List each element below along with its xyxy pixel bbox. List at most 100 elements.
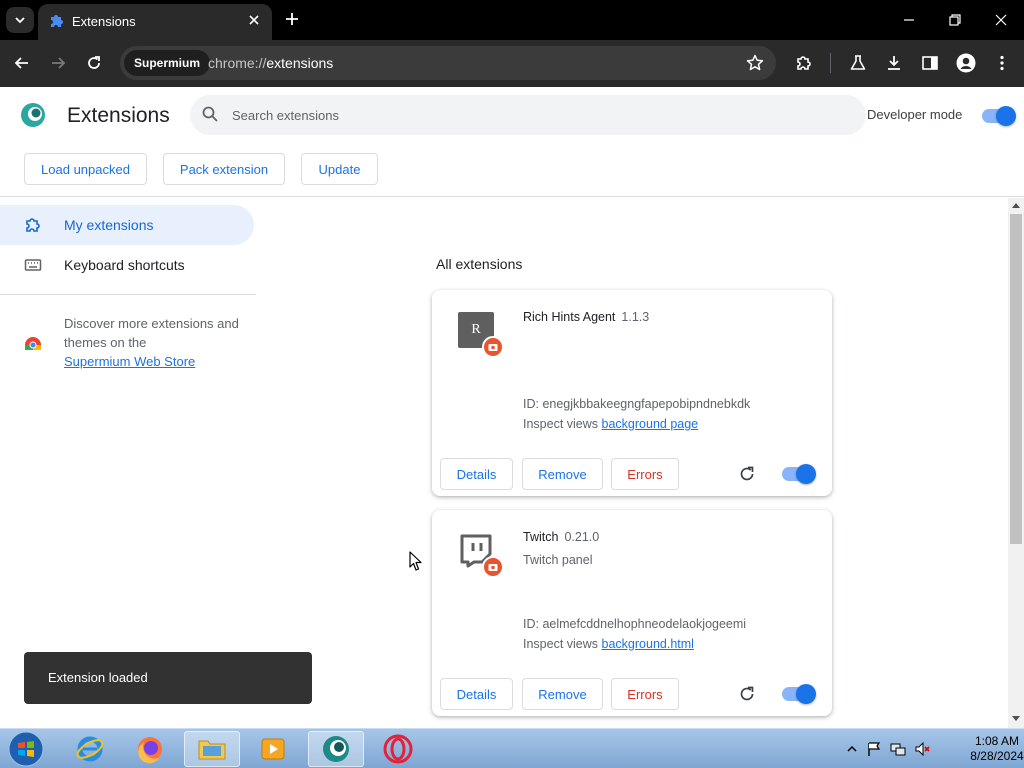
page-scrollbar[interactable]	[1008, 198, 1024, 728]
arrow-left-icon	[14, 57, 28, 69]
minimize-icon	[904, 19, 914, 21]
clock-date: 8/28/2024	[970, 749, 1024, 763]
inspect-views: Inspect views background.html	[523, 637, 694, 651]
extensions-header: Extensions Developer mode	[0, 87, 1024, 143]
details-button[interactable]: Details	[440, 458, 513, 490]
web-store-link[interactable]: Supermium Web Store	[64, 352, 244, 371]
page-title: Extensions	[67, 104, 170, 127]
restore-button[interactable]	[932, 0, 978, 40]
profile-button[interactable]	[954, 51, 978, 75]
errors-button[interactable]: Errors	[611, 458, 679, 490]
scroll-up-arrow[interactable]	[1012, 203, 1020, 208]
unpacked-badge-icon	[482, 556, 504, 578]
tray-expand-icon[interactable]	[844, 741, 860, 757]
remove-button[interactable]: Remove	[522, 678, 603, 710]
side-panel-button[interactable]	[918, 51, 942, 75]
flag-icon[interactable]	[866, 741, 882, 757]
extension-card: Twitch 0.21.0 Twitch panel ID: aelmefcddn…	[432, 510, 832, 716]
start-button-icon[interactable]	[6, 730, 46, 768]
developer-toolbar: Load unpacked Pack extension Update	[0, 143, 1024, 197]
url-text: chrome://extensions	[208, 55, 334, 71]
downloads-button[interactable]	[882, 51, 906, 75]
reload-icon	[88, 56, 100, 69]
download-icon	[888, 56, 900, 70]
reload-icon[interactable]	[738, 685, 756, 703]
browser-toolbar: Supermium chrome://extensions	[0, 40, 1024, 87]
sidebar-item-label: Keyboard shortcuts	[64, 257, 185, 273]
remove-button[interactable]: Remove	[522, 458, 603, 490]
sidebar-item-label: My extensions	[64, 217, 154, 233]
supermium-logo-icon	[21, 103, 45, 127]
windows-taskbar: 1:08 AM 8/28/2024	[0, 728, 1024, 768]
arrow-right-icon	[52, 57, 66, 69]
web-store-promo: Discover more extensions and themes on t…	[64, 314, 244, 371]
puzzle-icon	[797, 56, 811, 70]
scroll-thumb[interactable]	[1010, 214, 1022, 544]
volume-muted-icon[interactable]	[914, 741, 930, 757]
more-vertical-icon	[1000, 55, 1004, 71]
site-chip[interactable]: Supermium	[124, 50, 211, 76]
extension-name: Rich Hints Agent 1.1.3	[523, 310, 650, 324]
taskbar-supermium[interactable]	[308, 731, 364, 767]
tab-extensions[interactable]: Extensions	[38, 4, 272, 40]
toast-notification: Extension loaded	[24, 652, 312, 704]
network-icon[interactable]	[890, 741, 906, 757]
menu-button[interactable]	[990, 51, 1014, 75]
star-icon[interactable]	[746, 54, 764, 72]
inspect-view-link[interactable]: background page	[602, 417, 699, 431]
sidebar-item-my-extensions[interactable]: My extensions	[0, 205, 254, 245]
details-button[interactable]: Details	[440, 678, 513, 710]
puzzle-icon	[26, 218, 40, 232]
extension-card-footer: Details Remove Errors	[432, 670, 832, 716]
tab-strip: Extensions	[0, 0, 1024, 40]
taskbar-explorer[interactable]	[184, 731, 240, 767]
extension-enable-toggle[interactable]	[782, 464, 816, 484]
keyboard-icon	[24, 259, 42, 271]
extension-card: R Rich Hints Agent 1.1.3 ID: enegjkbbakee…	[432, 290, 832, 496]
extension-id: ID: aelmefcddnelhophneodelaokjogeemi	[523, 617, 747, 631]
scroll-down-arrow[interactable]	[1012, 716, 1020, 721]
reload-button[interactable]	[82, 51, 106, 75]
extension-version: 1.1.3	[621, 310, 650, 324]
taskbar-media-player[interactable]	[245, 731, 301, 767]
load-unpacked-button[interactable]: Load unpacked	[24, 153, 147, 185]
reload-icon[interactable]	[738, 465, 756, 483]
media-player-icon	[261, 738, 285, 760]
developer-mode-toggle[interactable]	[982, 106, 1016, 126]
search-icon	[202, 106, 218, 122]
taskbar-clock[interactable]: 1:08 AM 8/28/2024	[970, 734, 1024, 764]
labs-button[interactable]	[846, 51, 870, 75]
tab-search-button[interactable]	[6, 7, 34, 33]
close-window-button[interactable]	[978, 0, 1024, 40]
developer-mode-label: Developer mode	[867, 107, 963, 122]
taskbar-internet-explorer[interactable]	[62, 731, 118, 767]
minimize-button[interactable]	[886, 0, 932, 40]
sidebar-divider	[0, 294, 256, 295]
pack-extension-button[interactable]: Pack extension	[163, 153, 285, 185]
back-button[interactable]	[10, 51, 34, 75]
errors-button[interactable]: Errors	[611, 678, 679, 710]
extension-enable-toggle[interactable]	[782, 684, 816, 704]
restore-icon	[949, 14, 961, 26]
forward-button[interactable]	[46, 51, 70, 75]
web-store-icon	[25, 337, 41, 350]
inspect-views: Inspect views background page	[523, 417, 699, 431]
taskbar-firefox[interactable]	[122, 731, 178, 767]
folder-icon	[198, 740, 226, 760]
search-input[interactable]	[232, 104, 832, 126]
search-box[interactable]	[190, 95, 866, 135]
taskbar-opera[interactable]	[370, 731, 426, 767]
inspect-view-link[interactable]: background.html	[602, 637, 694, 651]
avatar-icon	[956, 53, 976, 73]
sidebar-item-keyboard-shortcuts[interactable]: Keyboard shortcuts	[0, 245, 254, 285]
extensions-menu-button[interactable]	[792, 51, 816, 75]
address-bar[interactable]: Supermium chrome://extensions	[120, 46, 776, 80]
close-tab-button[interactable]	[244, 10, 264, 30]
plus-icon	[286, 13, 298, 25]
supermium-icon	[323, 736, 349, 762]
puzzle-icon	[51, 15, 63, 27]
extension-description: Twitch panel	[523, 553, 593, 567]
update-button[interactable]: Update	[301, 153, 378, 185]
opera-icon	[383, 734, 413, 764]
new-tab-button[interactable]	[282, 9, 302, 29]
